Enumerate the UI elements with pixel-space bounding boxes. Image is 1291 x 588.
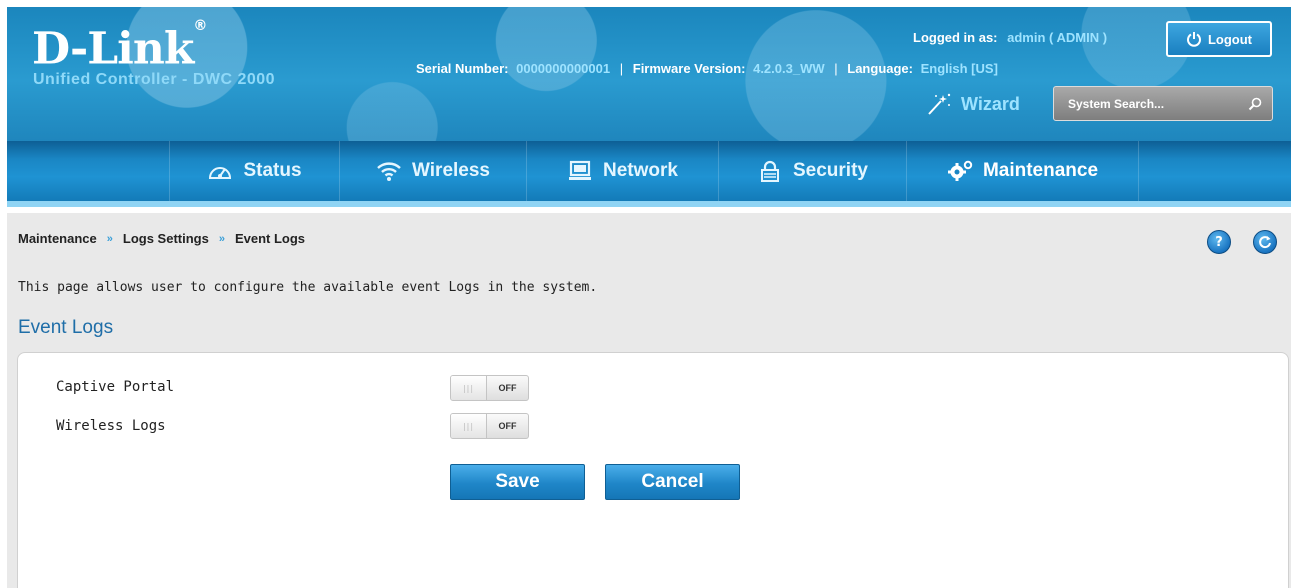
system-search[interactable] (1053, 86, 1273, 121)
language-value[interactable]: English [US] (917, 61, 998, 76)
toggle-state: OFF (498, 421, 517, 431)
event-logs-panel: Captive Portal ||| OFF Wireless Logs |||… (17, 352, 1289, 588)
cancel-button[interactable]: Cancel (605, 464, 740, 500)
login-info: Logged in as: admin ( ADMIN ) (913, 30, 1107, 45)
nav-label: Status (243, 160, 302, 181)
wifi-icon (377, 162, 401, 181)
refresh-icon (1259, 236, 1271, 249)
firmware-value: 4.2.0.3_WW (753, 61, 825, 76)
monitor-icon (569, 160, 592, 180)
refresh-button[interactable] (1253, 230, 1277, 254)
nav-label: Maintenance (982, 160, 1099, 181)
dlink-logo: D-Link® (32, 18, 207, 75)
captive-portal-label: Captive Portal (56, 379, 175, 395)
product-name: Unified Controller - DWC 2000 (33, 71, 276, 88)
nav-label: Network (603, 160, 678, 181)
breadcrumb-item[interactable]: Maintenance (18, 231, 97, 246)
help-button[interactable]: ? (1207, 230, 1231, 254)
nav-item-wireless[interactable]: Wireless (340, 141, 527, 201)
system-info-line: Serial Number: 0000000000001 | Firmware … (416, 60, 998, 78)
logout-label: Logout (1207, 31, 1253, 47)
help-icon: ? (1215, 234, 1223, 250)
wireless-logs-label: Wireless Logs (56, 418, 166, 434)
serial-value: 0000000000001 (516, 61, 611, 76)
captive-portal-toggle[interactable]: ||| OFF (450, 375, 529, 401)
nav-item-network[interactable]: Network (527, 141, 719, 201)
save-button[interactable]: Save (450, 464, 585, 500)
nav-item-security[interactable]: Security (719, 141, 907, 201)
main-nav: Status Wireless Network Security Mainten… (7, 141, 1291, 207)
header: D-Link® Unified Controller - DWC 2000 Lo… (7, 7, 1291, 141)
wizard-label: Wizard (961, 93, 1020, 114)
nav-label: Security (793, 160, 868, 181)
lock-icon (761, 160, 779, 182)
search-input[interactable] (1068, 96, 1248, 111)
toggle-state: OFF (498, 383, 517, 393)
serial-label: Serial Number: (416, 61, 509, 76)
divider: | (619, 61, 624, 76)
gauge-icon (209, 167, 232, 179)
nav-item-maintenance[interactable]: Maintenance (907, 141, 1139, 201)
language-label: Language: (847, 61, 913, 76)
breadcrumb-item: Event Logs (234, 231, 306, 246)
logout-button[interactable]: Logout (1166, 21, 1272, 57)
content-area: Maintenance » Logs Settings » Event Logs… (7, 213, 1291, 588)
toggle-knob: ||| (451, 376, 487, 400)
power-icon (1186, 32, 1201, 47)
logged-in-label: Logged in as: (913, 30, 998, 45)
section-title: Event Logs (18, 317, 114, 338)
breadcrumb: Maintenance » Logs Settings » Event Logs (18, 231, 305, 246)
nav-item-status[interactable]: Status (169, 141, 340, 201)
wizard-link[interactable]: Wizard (925, 91, 1020, 117)
gears-icon (947, 160, 973, 181)
logged-in-user: admin ( ADMIN ) (1007, 30, 1108, 45)
nav-label: Wireless (412, 160, 490, 181)
toggle-knob: ||| (451, 414, 487, 438)
page-left-edge (0, 0, 7, 588)
firmware-label: Firmware Version: (632, 61, 746, 76)
page-description: This page allows user to configure the a… (18, 280, 598, 295)
breadcrumb-item[interactable]: Logs Settings (123, 231, 209, 246)
breadcrumb-separator: » (218, 232, 225, 245)
search-icon[interactable] (1248, 97, 1262, 111)
divider: | (834, 61, 838, 76)
magic-wand-icon (928, 93, 951, 115)
breadcrumb-separator: » (106, 232, 113, 245)
wireless-logs-toggle[interactable]: ||| OFF (450, 413, 529, 439)
